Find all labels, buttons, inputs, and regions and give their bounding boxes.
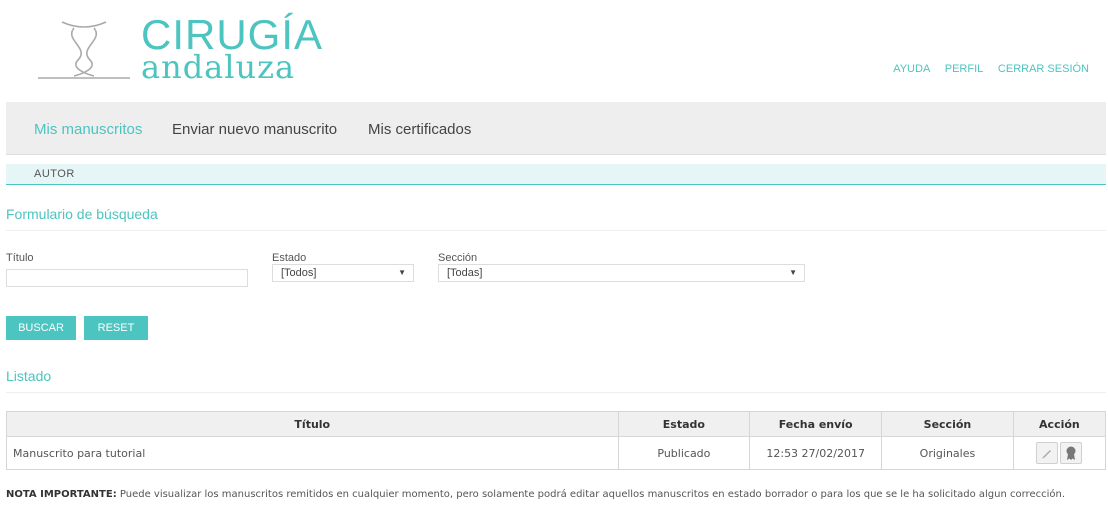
nav-mis-manuscritos[interactable]: Mis manuscritos bbox=[34, 121, 142, 138]
cell-estado: Publicado bbox=[617, 436, 751, 470]
col-accion: Acción bbox=[1012, 411, 1107, 437]
award-icon bbox=[1066, 446, 1076, 460]
main-nav: Mis manuscritos Enviar nuevo manuscrito … bbox=[6, 102, 1106, 155]
note-label: NOTA IMPORTANTE: bbox=[6, 489, 117, 500]
estado-select[interactable]: [Todos] ▼ bbox=[272, 264, 414, 282]
edit-button[interactable] bbox=[1036, 442, 1059, 464]
manuscripts-table: Título Estado Fecha envío Sección Acción… bbox=[6, 411, 1107, 470]
col-titulo[interactable]: Título bbox=[6, 411, 619, 437]
search-form-title: Formulario de búsqueda bbox=[6, 206, 158, 222]
profile-link[interactable]: PERFIL bbox=[945, 63, 983, 75]
chevron-down-icon: ▼ bbox=[398, 268, 406, 277]
cell-accion bbox=[1012, 436, 1107, 470]
top-links: AYUDA PERFIL CERRAR SESIÓN bbox=[881, 63, 1089, 75]
col-seccion[interactable]: Sección bbox=[881, 411, 1014, 437]
certificate-button[interactable] bbox=[1060, 442, 1083, 464]
header: CIRUGÍA andaluza AYUDA PERFIL CERRAR SES… bbox=[0, 0, 1108, 100]
titulo-label: Título bbox=[6, 252, 34, 264]
col-estado[interactable]: Estado bbox=[617, 411, 751, 437]
brand-subtitle: andaluza bbox=[141, 48, 296, 86]
cell-seccion: Originales bbox=[881, 436, 1014, 470]
seccion-select[interactable]: [Todas] ▼ bbox=[438, 264, 805, 282]
pencil-icon bbox=[1042, 450, 1052, 459]
reset-button[interactable]: RESET bbox=[84, 316, 148, 340]
logout-link[interactable]: CERRAR SESIÓN bbox=[998, 63, 1089, 75]
listado-title: Listado bbox=[6, 368, 52, 384]
chevron-down-icon: ▼ bbox=[789, 268, 797, 277]
titulo-input[interactable] bbox=[6, 269, 248, 287]
logo-icon bbox=[38, 21, 130, 79]
seccion-value: [Todas] bbox=[447, 267, 483, 279]
table-row: Manuscrito para tutorial Publicado 12:53… bbox=[6, 436, 1107, 470]
important-note: NOTA IMPORTANTE: Puede visualizar los ma… bbox=[6, 488, 1106, 501]
divider bbox=[6, 230, 1106, 231]
estado-value: [Todos] bbox=[281, 267, 317, 279]
buscar-button[interactable]: BUSCAR bbox=[6, 316, 76, 340]
divider bbox=[6, 392, 1106, 393]
estado-label: Estado bbox=[272, 252, 307, 264]
col-fecha[interactable]: Fecha envío bbox=[749, 411, 883, 437]
cell-fecha: 12:53 27/02/2017 bbox=[749, 436, 883, 470]
cell-titulo: Manuscrito para tutorial bbox=[6, 436, 619, 470]
nav-mis-certificados[interactable]: Mis certificados bbox=[368, 121, 471, 138]
role-bar: AUTOR bbox=[6, 164, 1106, 185]
nav-enviar-manuscrito[interactable]: Enviar nuevo manuscrito bbox=[172, 121, 337, 138]
table-header-row: Título Estado Fecha envío Sección Acción bbox=[6, 411, 1107, 437]
note-text: Puede visualizar los manuscritos remitid… bbox=[116, 489, 1066, 500]
role-label: AUTOR bbox=[34, 168, 75, 180]
seccion-label: Sección bbox=[438, 252, 478, 264]
help-link[interactable]: AYUDA bbox=[893, 63, 929, 75]
